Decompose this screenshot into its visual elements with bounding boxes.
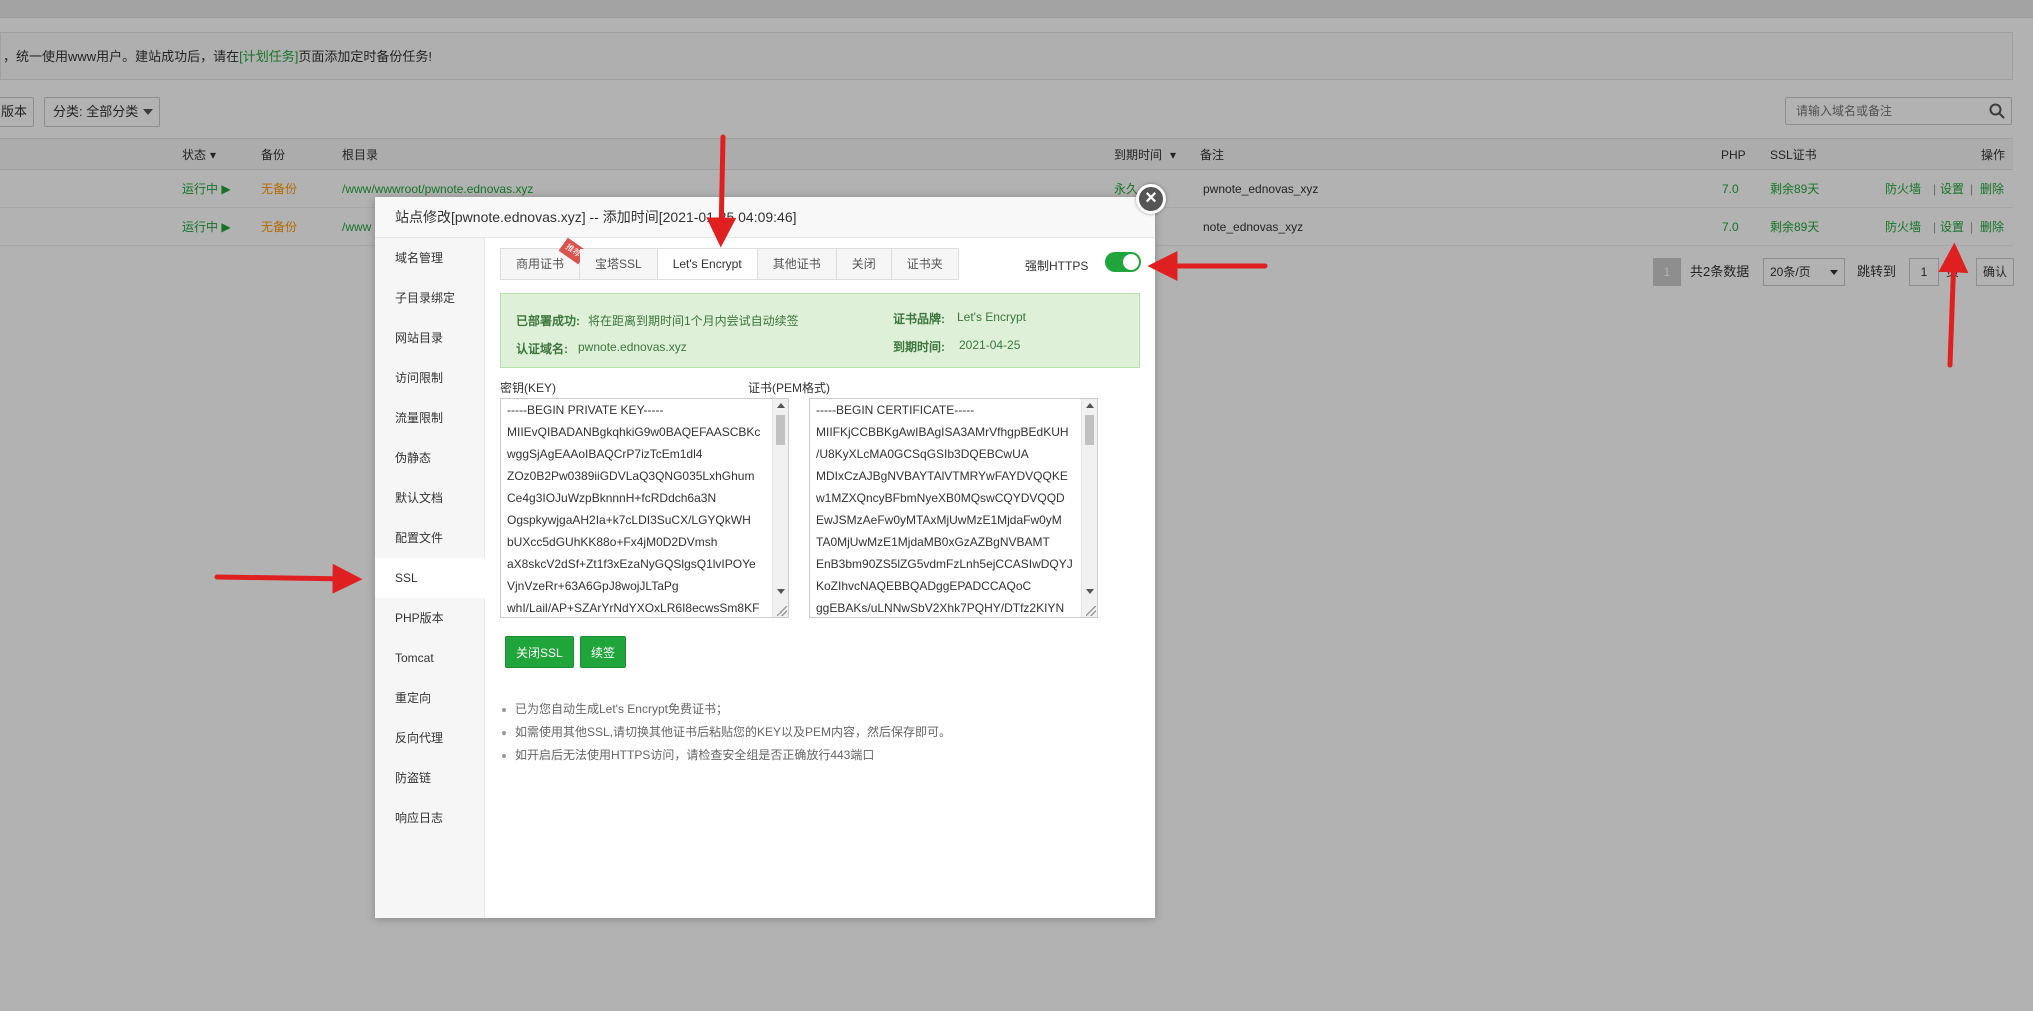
sidebar-item-ssl[interactable]: SSL [375, 558, 486, 598]
scroll-thumb[interactable] [1085, 415, 1094, 445]
ssl-tabs: 商用证书 推荐 宝塔SSL Let's Encrypt 其他证书 关闭 证书夹 [500, 237, 959, 280]
sidebar-item-hotlink[interactable]: 防盗链 [375, 758, 485, 798]
sidebar-item-log[interactable]: 响应日志 [375, 798, 485, 838]
key-line: -----BEGIN PRIVATE KEY----- [507, 403, 664, 417]
scroll-up-icon[interactable] [1086, 403, 1094, 408]
expire-value: 2021-04-25 [959, 338, 1021, 352]
key-line: whI/Lail/AP+SZArYrNdYXOxLR6I8ecwsSm8KF [507, 601, 760, 615]
key-line: ZOz0B2Pw0389iiGDVLaQ3QNG035LxhGhum [507, 469, 755, 483]
sidebar-item-php[interactable]: PHP版本 [375, 598, 485, 638]
brand-value: Let's Encrypt [957, 310, 1026, 324]
sidebar-item-redirect[interactable]: 重定向 [375, 678, 485, 718]
cert-line: MIIFKjCCBBKgAwIBAgISA3AMrVfhgpBEdKUH [816, 425, 1069, 439]
scroll-thumb[interactable] [776, 415, 785, 445]
resize-grip-icon[interactable] [777, 606, 787, 616]
scroll-down-icon[interactable] [777, 589, 785, 594]
tab-letsencrypt[interactable]: Let's Encrypt [657, 249, 758, 279]
resize-grip-icon[interactable] [1086, 606, 1096, 616]
sidebar-item-config[interactable]: 配置文件 [375, 518, 485, 558]
scroll-down-icon[interactable] [1086, 589, 1094, 594]
deployed-key: 已部署成功: [516, 314, 580, 328]
tab-close[interactable]: 关闭 [836, 249, 892, 279]
list-item: 如需使用其他SSL,请切换其他证书后粘贴您的KEY以及PEM内容，然后保存即可。 [500, 721, 1140, 744]
sidebar-item-domain[interactable]: 域名管理 [375, 238, 485, 278]
tab-commercial[interactable]: 商用证书 推荐 [501, 237, 588, 279]
tab-label: 商用证书 [516, 257, 565, 271]
renew-button[interactable]: 续签 [580, 636, 627, 668]
key-line: MIIEvQIBADANBgkqhkiG9w0BAQEFAASCBKc [507, 425, 761, 439]
certificate-textarea[interactable]: -----BEGIN CERTIFICATE----- MIIFKjCCBBKg… [809, 398, 1098, 618]
ssl-panel: 商用证书 推荐 宝塔SSL Let's Encrypt 其他证书 关闭 证书夹 … [485, 237, 1155, 918]
help-notes: 已为您自动生成Let's Encrypt免费证书； 如需使用其他SSL,请切换其… [500, 698, 1140, 767]
cert-line: EnB3bm90ZS5lZG5vdmFzLnh5ejCCASIwDQYJ [816, 557, 1073, 571]
key-line: OgspkywjgaAH2Ia+k7cLDI3SuCX/LGYQkWH [507, 513, 751, 527]
force-https-toggle[interactable] [1105, 252, 1141, 272]
private-key-textarea[interactable]: -----BEGIN PRIVATE KEY----- MIIEvQIBADAN… [500, 398, 789, 618]
sidebar-item-access[interactable]: 访问限制 [375, 358, 485, 398]
cert-label: 证书(PEM格式) [748, 381, 830, 395]
key-line: aX8skcV2dSf+Zt1f3xEzaNyGQSlgsQ1lvIPOYe [507, 557, 756, 571]
toggle-knob [1123, 254, 1139, 270]
sidebar-item-traffic[interactable]: 流量限制 [375, 398, 485, 438]
key-line: VjnVzeRr+63A6GpJ8wojJLTaPg [507, 579, 679, 593]
tab-cert-folder[interactable]: 证书夹 [891, 249, 958, 279]
key-line: bUXcc5dGUhKK88o+Fx4jM0D2DVmsh [507, 535, 718, 549]
cert-line: MDIxCzAJBgNVBAYTAlVTMRYwFAYDVQQKE [816, 469, 1068, 483]
domain-value: pwnote.ednovas.xyz [578, 340, 687, 354]
force-https-label: 强制HTTPS [1025, 259, 1089, 273]
dialog-sidebar: 域名管理 子目录绑定 网站目录 访问限制 流量限制 伪静态 默认文档 配置文件 … [375, 238, 486, 918]
brand-key: 证书品牌: [893, 312, 945, 326]
list-item: 如开启后无法使用HTTPS访问，请检查安全组是否正确放行443端口 [500, 744, 1140, 767]
sidebar-item-proxy[interactable]: 反向代理 [375, 718, 485, 758]
domain-key: 认证域名: [516, 342, 568, 356]
key-line: wggSjAgEAAoIBAQCrP7izTcEm1dl4 [507, 447, 703, 461]
deployed-value: 将在距离到期时间1个月内尝试自动续签 [588, 314, 799, 328]
key-label: 密钥(KEY) [500, 381, 557, 395]
key-line: Ce4g3IOJuWzpBknnnH+fcRDdch6a3N [507, 491, 717, 505]
cert-line: -----BEGIN CERTIFICATE----- [816, 403, 975, 417]
cert-status-box: 已部署成功: 将在距离到期时间1个月内尝试自动续签 认证域名: pwnote.e… [500, 293, 1140, 368]
sidebar-item-default[interactable]: 默认文档 [375, 478, 485, 518]
sidebar-item-sitedir[interactable]: 网站目录 [375, 318, 485, 358]
close-icon[interactable]: × [1136, 184, 1166, 214]
site-edit-dialog: 站点修改[pwnote.ednovas.xyz] -- 添加时间[2021-01… [375, 184, 1166, 918]
sidebar-item-rewrite[interactable]: 伪静态 [375, 438, 485, 478]
sidebar-item-tomcat[interactable]: Tomcat [375, 638, 485, 678]
cert-line: KoZIhvcNAQEBBQADggEPADCCAQoC [816, 579, 1032, 593]
tab-bt-ssl[interactable]: 宝塔SSL [580, 249, 658, 279]
cert-line: ggEBAKs/uLNNwSbV2Xhk7PQHY/DTfz2KIYN [816, 601, 1065, 615]
dialog-title: 站点修改[pwnote.ednovas.xyz] -- 添加时间[2021-01… [375, 197, 1155, 238]
expire-key: 到期时间: [893, 340, 945, 354]
cert-line: TA0MjUwMzE1MjdaMB0xGzAZBgNVBAMT [816, 535, 1050, 549]
close-ssl-button[interactable]: 关闭SSL [505, 636, 574, 668]
scrollbar[interactable] [1081, 399, 1097, 617]
sidebar-item-subdir[interactable]: 子目录绑定 [375, 278, 485, 318]
cert-line: EwJSMzAeFw0yMTAxMjUwMzE1MjdaFw0yM [816, 513, 1062, 527]
cert-line: /U8KyXLcMA0GCSqGSIb3DQEBCwUA [816, 447, 1029, 461]
cert-line: w1MZXQncyBFbmNyeXB0MQswCQYDVQQD [816, 491, 1065, 505]
list-item: 已为您自动生成Let's Encrypt免费证书； [500, 698, 1140, 721]
scrollbar[interactable] [772, 399, 788, 617]
tab-other-cert[interactable]: 其他证书 [757, 249, 837, 279]
scroll-up-icon[interactable] [777, 403, 785, 408]
